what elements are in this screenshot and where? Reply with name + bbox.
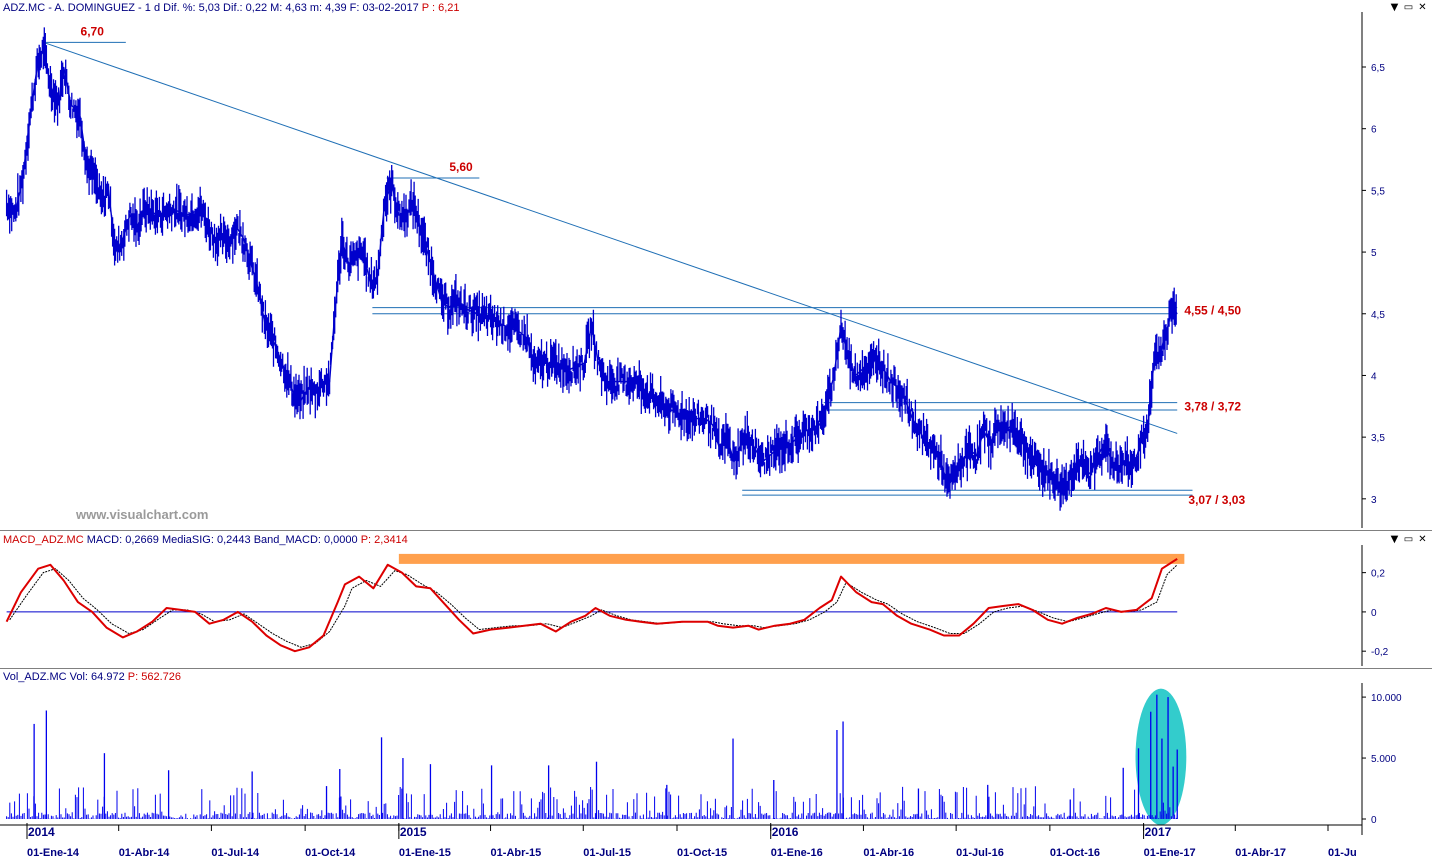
price-panel: ADZ.MC - A. DOMINGUEZ - 1 d Dif. %: 5,03… — [0, 0, 1432, 530]
vol-y-tick-label: 10.000 — [1371, 693, 1402, 704]
watermark: www.visualchart.com — [76, 507, 209, 522]
x-tick-label: 01-Ju — [1328, 847, 1357, 857]
x-tick-label: 01-Ene-16 — [771, 847, 823, 857]
level-label-high-2015: 5,60 — [449, 160, 473, 174]
price-y-tick-label: 3 — [1371, 495, 1377, 506]
x-tick-label: 01-Jul-16 — [956, 847, 1004, 857]
x-tick-label: 01-Ene-14 — [27, 847, 80, 857]
level-label-sup-1: 3,07 / 3,03 — [1188, 493, 1245, 507]
volume-highlight-ellipse — [1135, 688, 1187, 825]
macd-chart[interactable]: -0,2 0 0,2 — [0, 531, 1432, 668]
price-y-tick-label: 3,5 — [1371, 433, 1385, 444]
price-bars — [5, 27, 1177, 511]
level-label-high-2014: 6,70 — [81, 24, 105, 38]
x-tick-label: 01-Abr-15 — [491, 847, 542, 857]
vol-y-tick-label: 0 — [1371, 815, 1377, 826]
volume-bars — [6, 786, 1177, 819]
volume-panel: Vol_ADZ.MC Vol: 64.972 P: 562.726 0 5.000… — [0, 668, 1432, 858]
x-tick-label: 01-Oct-14 — [305, 847, 356, 857]
price-y-tick-label: 4 — [1371, 371, 1377, 382]
x-tick-label: 01-Ene-17 — [1144, 847, 1196, 857]
macd-highlight-band — [398, 553, 1185, 564]
year-label: 2017 — [1145, 825, 1172, 839]
price-chart[interactable]: 3 3,5 4 4,5 5 5,5 6 6,5 6,70 5,60 4,55 / 4,50 3,78 … — [0, 0, 1432, 530]
year-label: 2015 — [400, 825, 427, 839]
price-y-tick-label: 4,5 — [1371, 310, 1385, 321]
year-label: 2016 — [772, 825, 799, 839]
x-tick-label: 01-Abr-16 — [863, 847, 914, 857]
price-y-tick-label: 5 — [1371, 248, 1377, 259]
level-label-res-1: 4,55 / 4,50 — [1184, 304, 1241, 318]
price-y-tick-label: 6,5 — [1371, 63, 1385, 74]
macd-line — [5, 558, 1178, 653]
x-tick-label: 01-Jul-15 — [583, 847, 631, 857]
price-y-tick-label: 6 — [1371, 125, 1377, 136]
macd-panel: MACD_ADZ.MC MACD: 0,2669 MediaSIG: 0,244… — [0, 530, 1432, 669]
price-y-tick-label: 5,5 — [1371, 186, 1385, 197]
x-tick-label: 01-Oct-16 — [1050, 847, 1100, 857]
x-tick-label: 01-Ene-15 — [399, 847, 451, 857]
macd-y-tick-label: 0,2 — [1371, 569, 1385, 580]
vol-y-tick-label: 5.000 — [1371, 754, 1396, 765]
macd-y-tick-label: -0,2 — [1371, 647, 1389, 658]
level-label-res-2: 3,78 / 3,72 — [1184, 399, 1241, 413]
x-tick-label: 01-Abr-14 — [119, 847, 171, 857]
x-tick-label: 01-Jul-14 — [211, 847, 260, 857]
year-label: 2014 — [28, 825, 55, 839]
x-tick-label: 01-Abr-17 — [1235, 847, 1286, 857]
x-tick-label: 01-Oct-15 — [677, 847, 727, 857]
macd-y-tick-label: 0 — [1371, 608, 1377, 619]
volume-chart[interactable]: 0 5.000 10.000 01-Ene-14 01-Abr-14 01-Jul-14 0… — [0, 669, 1432, 857]
